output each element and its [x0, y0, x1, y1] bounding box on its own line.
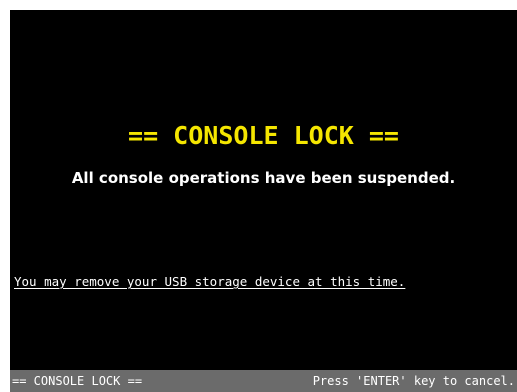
status-bar: == CONSOLE LOCK == Press 'ENTER' key to … — [10, 370, 517, 392]
console-screen: == CONSOLE LOCK == All console operation… — [10, 10, 517, 392]
status-bar-mode-label: == CONSOLE LOCK == — [12, 374, 143, 388]
usb-removal-notice: You may remove your USB storage device a… — [14, 274, 406, 289]
suspended-message: All console operations have been suspend… — [71, 169, 456, 187]
console-lock-title: == CONSOLE LOCK == — [128, 121, 399, 150]
status-bar-cancel-hint: Press 'ENTER' key to cancel. — [312, 374, 515, 388]
